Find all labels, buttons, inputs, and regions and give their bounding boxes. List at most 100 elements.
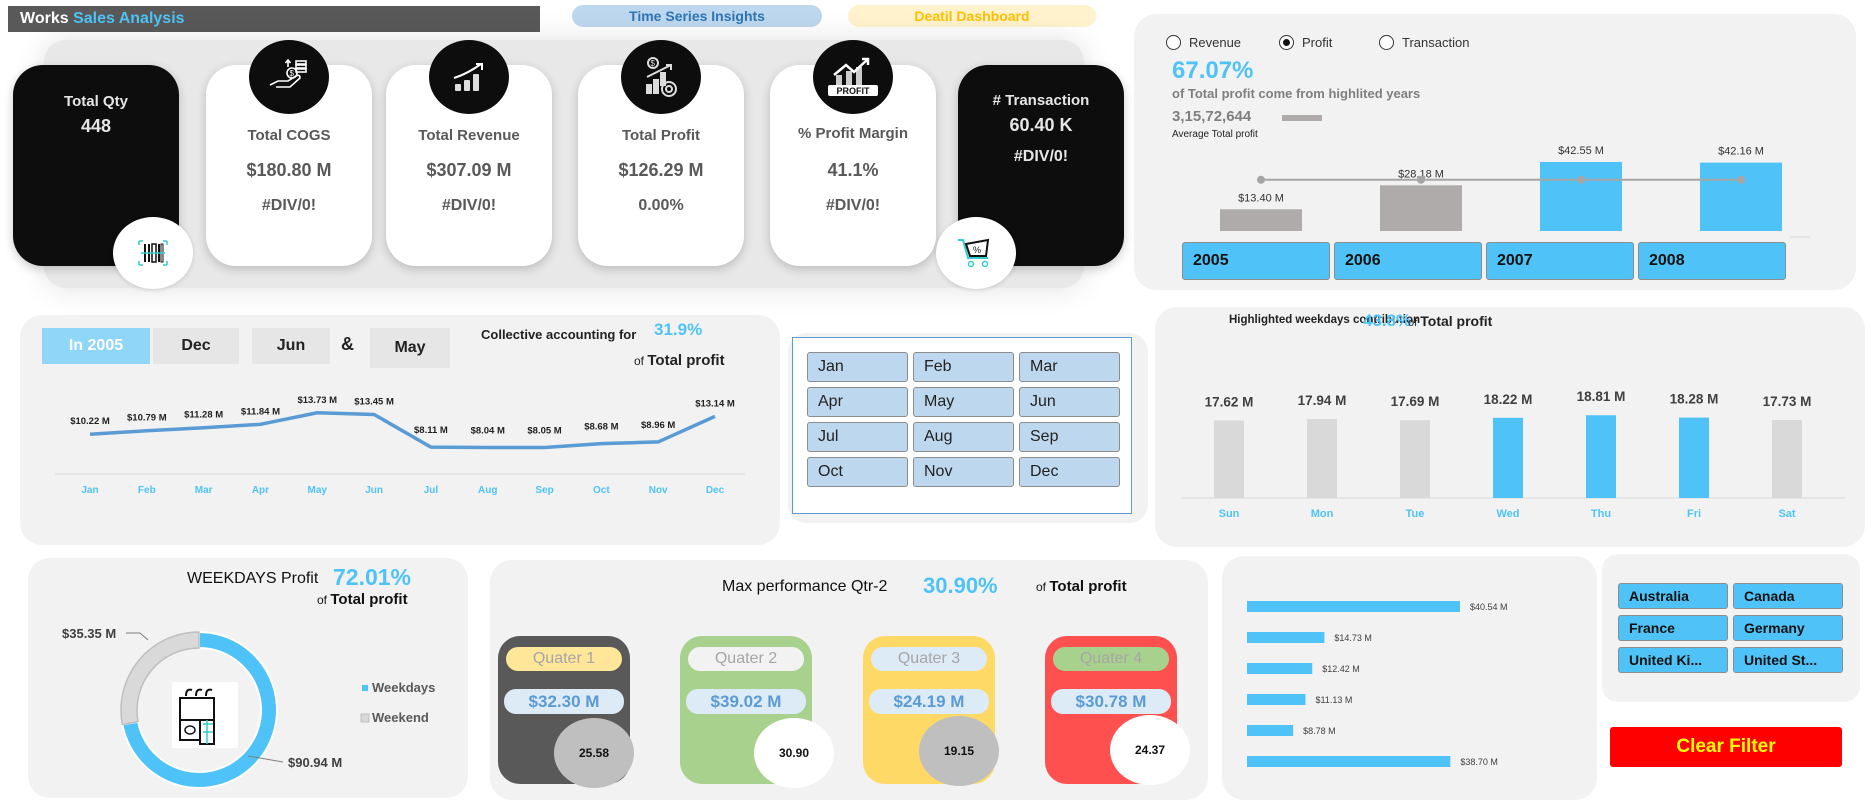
weekday-bar-label: 18.81 M: [1577, 389, 1626, 404]
tab-month-jun[interactable]: Jun: [252, 328, 330, 364]
month-slicer-apr[interactable]: Apr: [807, 387, 908, 417]
month-data-label: $13.14 M: [695, 398, 735, 409]
country-bar-united-states: [1247, 756, 1451, 767]
quarter-card-1[interactable]: Quater 1 $32.30 M 25.58: [498, 636, 634, 788]
year-button-2005[interactable]: 2005: [1182, 242, 1330, 280]
country-slicer-australia[interactable]: Australia: [1618, 583, 1728, 609]
growth-chart-icon: [429, 40, 509, 114]
country-slicer-france[interactable]: France: [1618, 615, 1728, 641]
year-button-2008[interactable]: 2008: [1638, 242, 1786, 280]
month-data-label: $11.28 M: [184, 410, 223, 421]
weekday-bar-thu: [1586, 415, 1616, 498]
calendar-icon: [172, 682, 238, 748]
year-button-2007[interactable]: 2007: [1486, 242, 1634, 280]
metric-radio-group: Revenue Profit Transaction: [1166, 35, 1469, 50]
quarter-share: 30.90: [754, 718, 834, 788]
year-bar-2007: [1540, 161, 1622, 231]
kpi-label: # Transaction: [992, 92, 1090, 109]
year-bar-label: $42.55 M: [1558, 145, 1604, 157]
radio-profit[interactable]: Profit: [1279, 35, 1379, 50]
average-marker: [1417, 175, 1425, 184]
barcode-icon: [113, 217, 193, 289]
month-slicer-jul[interactable]: Jul: [807, 422, 908, 452]
highlighted-years-pct: 67.07%: [1172, 57, 1254, 84]
caption-total-profit: Total profit: [1049, 578, 1127, 595]
kpi-card-total-cogs: $ Total COGS $180.80 M #DIV/0!: [206, 40, 372, 266]
caption-of: of: [1036, 580, 1047, 594]
weekday-bar-tue: [1400, 420, 1430, 498]
caption-of: of: [1408, 317, 1418, 329]
year-button-2006[interactable]: 2006: [1334, 242, 1482, 280]
caption-of: of: [317, 593, 328, 607]
weekday-bar-label: 18.22 M: [1484, 392, 1533, 407]
ampersand-separator: &: [341, 334, 354, 354]
kpi-label: % Profit Margin: [797, 125, 908, 142]
shopping-cart-icon: %: [936, 217, 1016, 289]
month-slicer-jan[interactable]: Jan: [807, 352, 908, 382]
month-slicer-sep[interactable]: Sep: [1019, 422, 1120, 452]
country-slicer-united-st[interactable]: United St...: [1733, 647, 1843, 673]
svg-text:PROFIT: PROFIT: [837, 86, 871, 96]
kpi-value: $126.29 M: [618, 160, 704, 180]
month-tick-label: Sep: [535, 485, 553, 496]
quarter-value: $39.02 M: [686, 689, 806, 714]
nav-detail-dashboard[interactable]: Deatil Dashboard: [848, 5, 1096, 27]
profit-chart-icon: PROFIT: [813, 40, 893, 114]
kpi-value: $307.09 M: [426, 160, 512, 180]
country-slicer-germany[interactable]: Germany: [1733, 615, 1843, 641]
weekday-tick-label: Mon: [1311, 508, 1334, 520]
highlighted-years-caption: of Total profit come from highlited year…: [1172, 86, 1421, 101]
quarter-share: 24.37: [1110, 715, 1190, 785]
tab-month-dec[interactable]: Dec: [153, 328, 239, 364]
month-slicer-nov[interactable]: Nov: [913, 457, 1014, 487]
radio-transaction[interactable]: Transaction: [1379, 35, 1469, 50]
month-slicer-feb[interactable]: Feb: [913, 352, 1014, 382]
country-slicer-canada[interactable]: Canada: [1733, 583, 1843, 609]
month-slicer-oct[interactable]: Oct: [807, 457, 908, 487]
month-tick-label: Dec: [706, 485, 725, 496]
quarter-pct: 30.90%: [923, 573, 998, 598]
year-bar-2005: [1220, 209, 1302, 231]
tab-year-2005[interactable]: In 2005: [42, 328, 150, 364]
month-slicer-aug[interactable]: Aug: [913, 422, 1014, 452]
weekday-value-label: $90.94 M: [288, 755, 342, 770]
weekday-tick-label: Thu: [1591, 508, 1611, 520]
country-bar-label: $40.54 M: [1470, 602, 1508, 612]
radio-revenue[interactable]: Revenue: [1166, 35, 1279, 50]
kpi-value: $180.80 M: [246, 160, 332, 180]
hand-money-icon: $: [249, 40, 329, 114]
weekday-tick-label: Fri: [1687, 508, 1701, 520]
kpi-label: Total Revenue: [418, 127, 520, 144]
quarter-card-2[interactable]: Quater 2 $39.02 M 30.90: [680, 636, 834, 788]
tab-month-may[interactable]: May: [370, 328, 450, 368]
average-marker: [1257, 175, 1265, 184]
collective-caption: Collective accounting for: [481, 327, 637, 342]
quarter-card-3[interactable]: Quater 3 $24.19 M 19.15: [863, 636, 999, 786]
quarter-card-4[interactable]: Quater 4 $30.78 M 24.37: [1045, 636, 1190, 785]
country-bar-germany: [1247, 694, 1306, 705]
weekday-bar-label: 17.62 M: [1205, 394, 1254, 409]
clear-filter-button[interactable]: Clear Filter: [1610, 727, 1842, 767]
caption-total-profit: Total profit: [330, 591, 408, 608]
month-slicer-mar[interactable]: Mar: [1019, 352, 1120, 382]
month-slicer-dec[interactable]: Dec: [1019, 457, 1120, 487]
month-data-label: $13.45 M: [354, 396, 394, 407]
month-data-label: $10.22 M: [70, 416, 110, 427]
country-bar-australia: [1247, 601, 1460, 612]
donut-title: WEEKDAYS Profit: [187, 570, 319, 587]
weekday-bar-label: 17.69 M: [1391, 394, 1440, 409]
month-slicer-may[interactable]: May: [913, 387, 1014, 417]
collective-pct: 31.9%: [654, 320, 703, 339]
month-data-label: $8.96 M: [641, 420, 675, 431]
year-bar-label: $42.16 M: [1718, 146, 1764, 158]
legend-label-weekend: Weekend: [372, 710, 429, 725]
weekday-profit-bar-chart: 17.62 M Sun 17.94 M Mon 17.69 M Tue 18.22 M Wed…: [1182, 389, 1845, 520]
kpi-card-profit-margin: PROFIT % Profit Margin 41.1% #DIV/0!: [770, 40, 936, 266]
month-slicer-jun[interactable]: Jun: [1019, 387, 1120, 417]
year-bar-label: $13.40 M: [1238, 192, 1284, 204]
month-tick-label: Mar: [195, 485, 213, 496]
nav-time-series-insights[interactable]: Time Series Insights: [572, 5, 822, 27]
quarter-share: 25.58: [554, 718, 634, 788]
country-slicer-united-ki[interactable]: United Ki...: [1618, 647, 1728, 673]
donut-pct: 72.01%: [333, 564, 412, 590]
